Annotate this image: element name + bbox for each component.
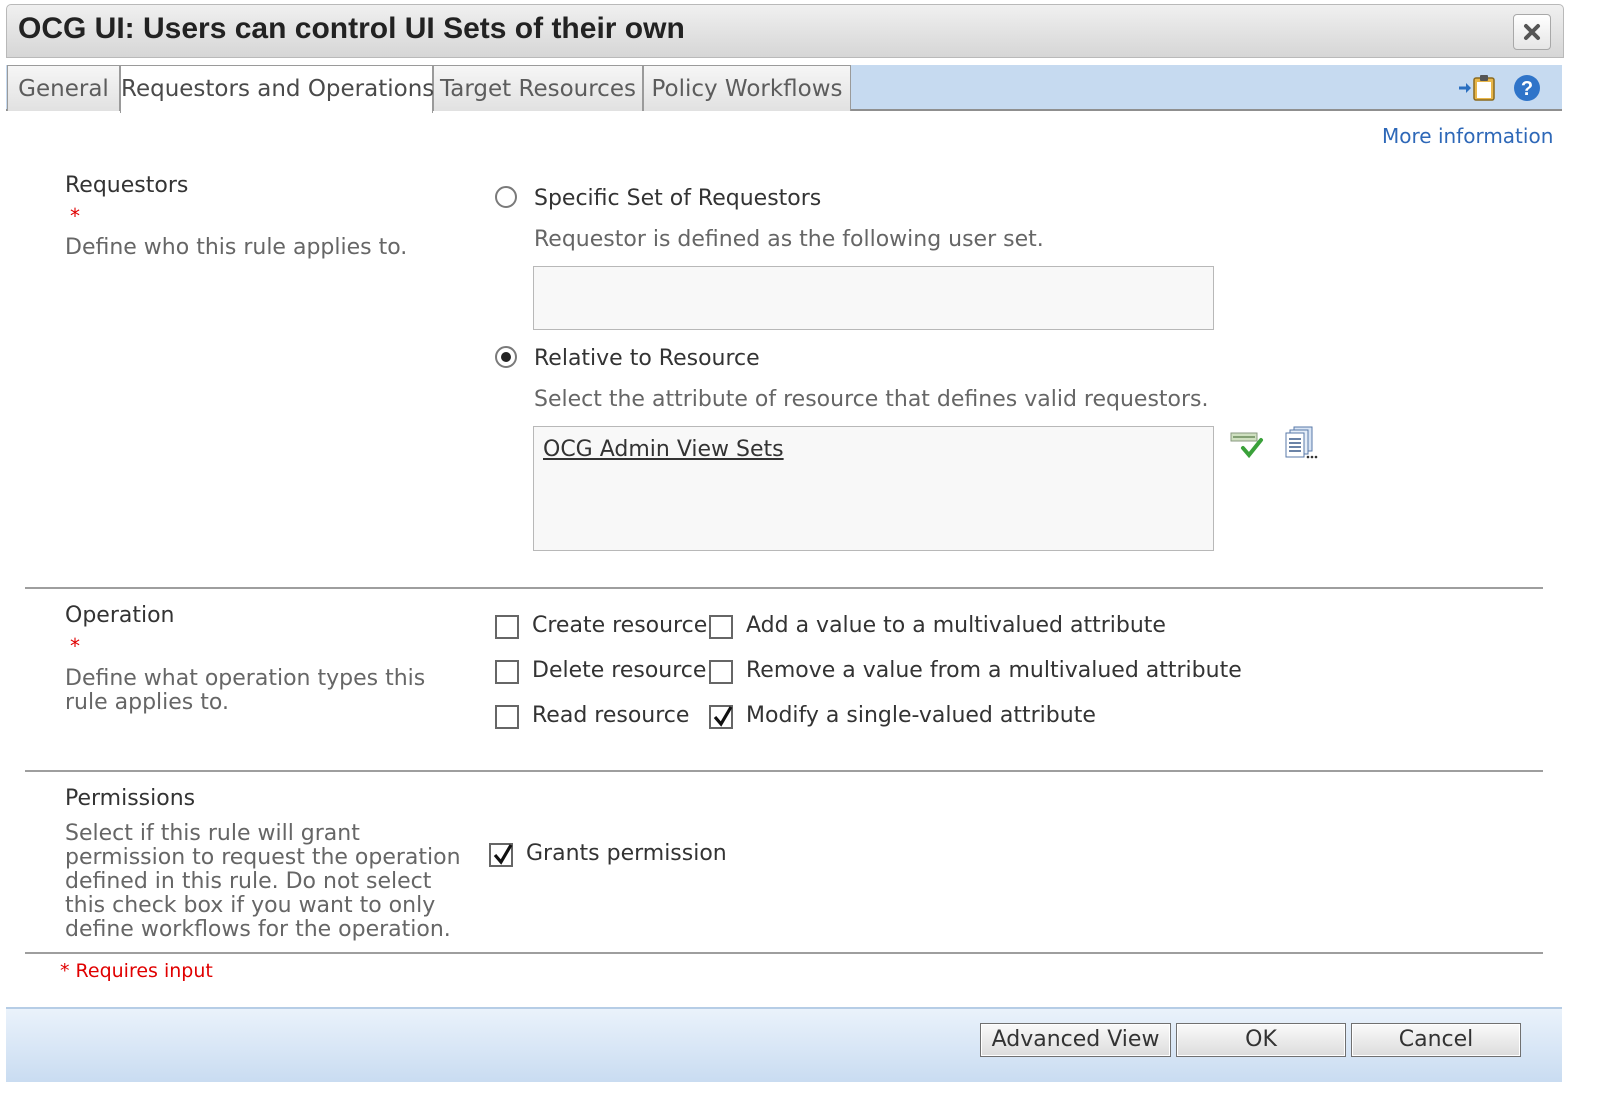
checkbox-read-resource[interactable] <box>495 705 519 729</box>
checkbox-grants-permission-label: Grants permission <box>526 841 727 866</box>
radio-specific-set-label: Specific Set of Requestors <box>534 186 822 211</box>
checkbox-add-value-label: Add a value to a multivalued attribute <box>746 613 1166 638</box>
validate-button[interactable] <box>1230 430 1264 460</box>
checkbox-delete-resource-label: Delete resource <box>532 658 707 683</box>
specific-set-help: Requestor is defined as the following us… <box>534 227 1044 252</box>
help-icon: ? <box>1514 75 1540 101</box>
checkbox-add-value[interactable] <box>709 615 733 639</box>
checkbox-remove-value[interactable] <box>709 660 733 684</box>
tab-general[interactable]: General <box>7 65 120 111</box>
ok-button[interactable]: OK <box>1176 1023 1346 1057</box>
window-title: OCG UI: Users can control UI Sets of the… <box>18 12 685 45</box>
browse-list-icon <box>1285 426 1318 459</box>
requires-input-note: * Requires input <box>60 960 213 982</box>
requestors-label: Requestors <box>65 173 189 198</box>
export-clipboard-icon <box>1459 75 1495 101</box>
checkmark-icon <box>493 844 513 865</box>
radio-relative-to-resource-label: Relative to Resource <box>534 346 760 371</box>
help-button[interactable]: ? <box>1513 74 1541 102</box>
radio-specific-set[interactable] <box>495 186 517 208</box>
checkbox-modify-single-valued-label: Modify a single-valued attribute <box>746 703 1096 728</box>
browse-button[interactable] <box>1284 426 1320 460</box>
checkbox-modify-single-valued[interactable] <box>709 705 733 729</box>
checkbox-create-resource[interactable] <box>495 615 519 639</box>
resource-attribute-link[interactable]: OCG Admin View Sets <box>543 437 784 462</box>
export-button[interactable] <box>1458 74 1496 102</box>
tab-policy-workflows[interactable]: Policy Workflows <box>643 65 851 111</box>
tab-requestors-and-operations[interactable]: Requestors and Operations <box>120 65 434 113</box>
checkbox-read-resource-label: Read resource <box>532 703 690 728</box>
checkbox-create-resource-label: Create resource <box>532 613 708 638</box>
permissions-label: Permissions <box>65 786 196 811</box>
radio-relative-to-resource[interactable] <box>495 346 517 368</box>
section-divider <box>25 587 1543 589</box>
requestor-set-field[interactable] <box>533 266 1214 330</box>
validate-check-icon <box>1230 432 1263 459</box>
svg-text:?: ? <box>1521 78 1533 100</box>
close-button[interactable] <box>1513 14 1551 50</box>
requestors-description: Define who this rule applies to. <box>65 235 408 260</box>
relative-to-resource-help: Select the attribute of resource that de… <box>534 387 1209 412</box>
required-marker: * <box>70 204 80 228</box>
resource-attribute-field[interactable]: OCG Admin View Sets <box>533 426 1214 551</box>
cancel-button[interactable]: Cancel <box>1351 1023 1521 1057</box>
advanced-view-button[interactable]: Advanced View <box>980 1023 1171 1057</box>
checkmark-icon <box>713 706 733 727</box>
checkbox-delete-resource[interactable] <box>495 660 519 684</box>
required-marker: * <box>70 634 80 658</box>
permissions-description: Select if this rule will grant permissio… <box>65 821 461 942</box>
checkbox-grants-permission[interactable] <box>489 843 513 867</box>
checkbox-remove-value-label: Remove a value from a multivalued attrib… <box>746 658 1242 683</box>
close-icon <box>1524 24 1540 40</box>
operation-description: Define what operation types this rule ap… <box>65 666 426 715</box>
more-information-link[interactable]: More information <box>1382 124 1553 148</box>
operation-label: Operation <box>65 603 175 628</box>
section-divider <box>25 770 1543 772</box>
section-divider <box>25 952 1543 954</box>
tab-target-resources[interactable]: Target Resources <box>433 65 643 111</box>
